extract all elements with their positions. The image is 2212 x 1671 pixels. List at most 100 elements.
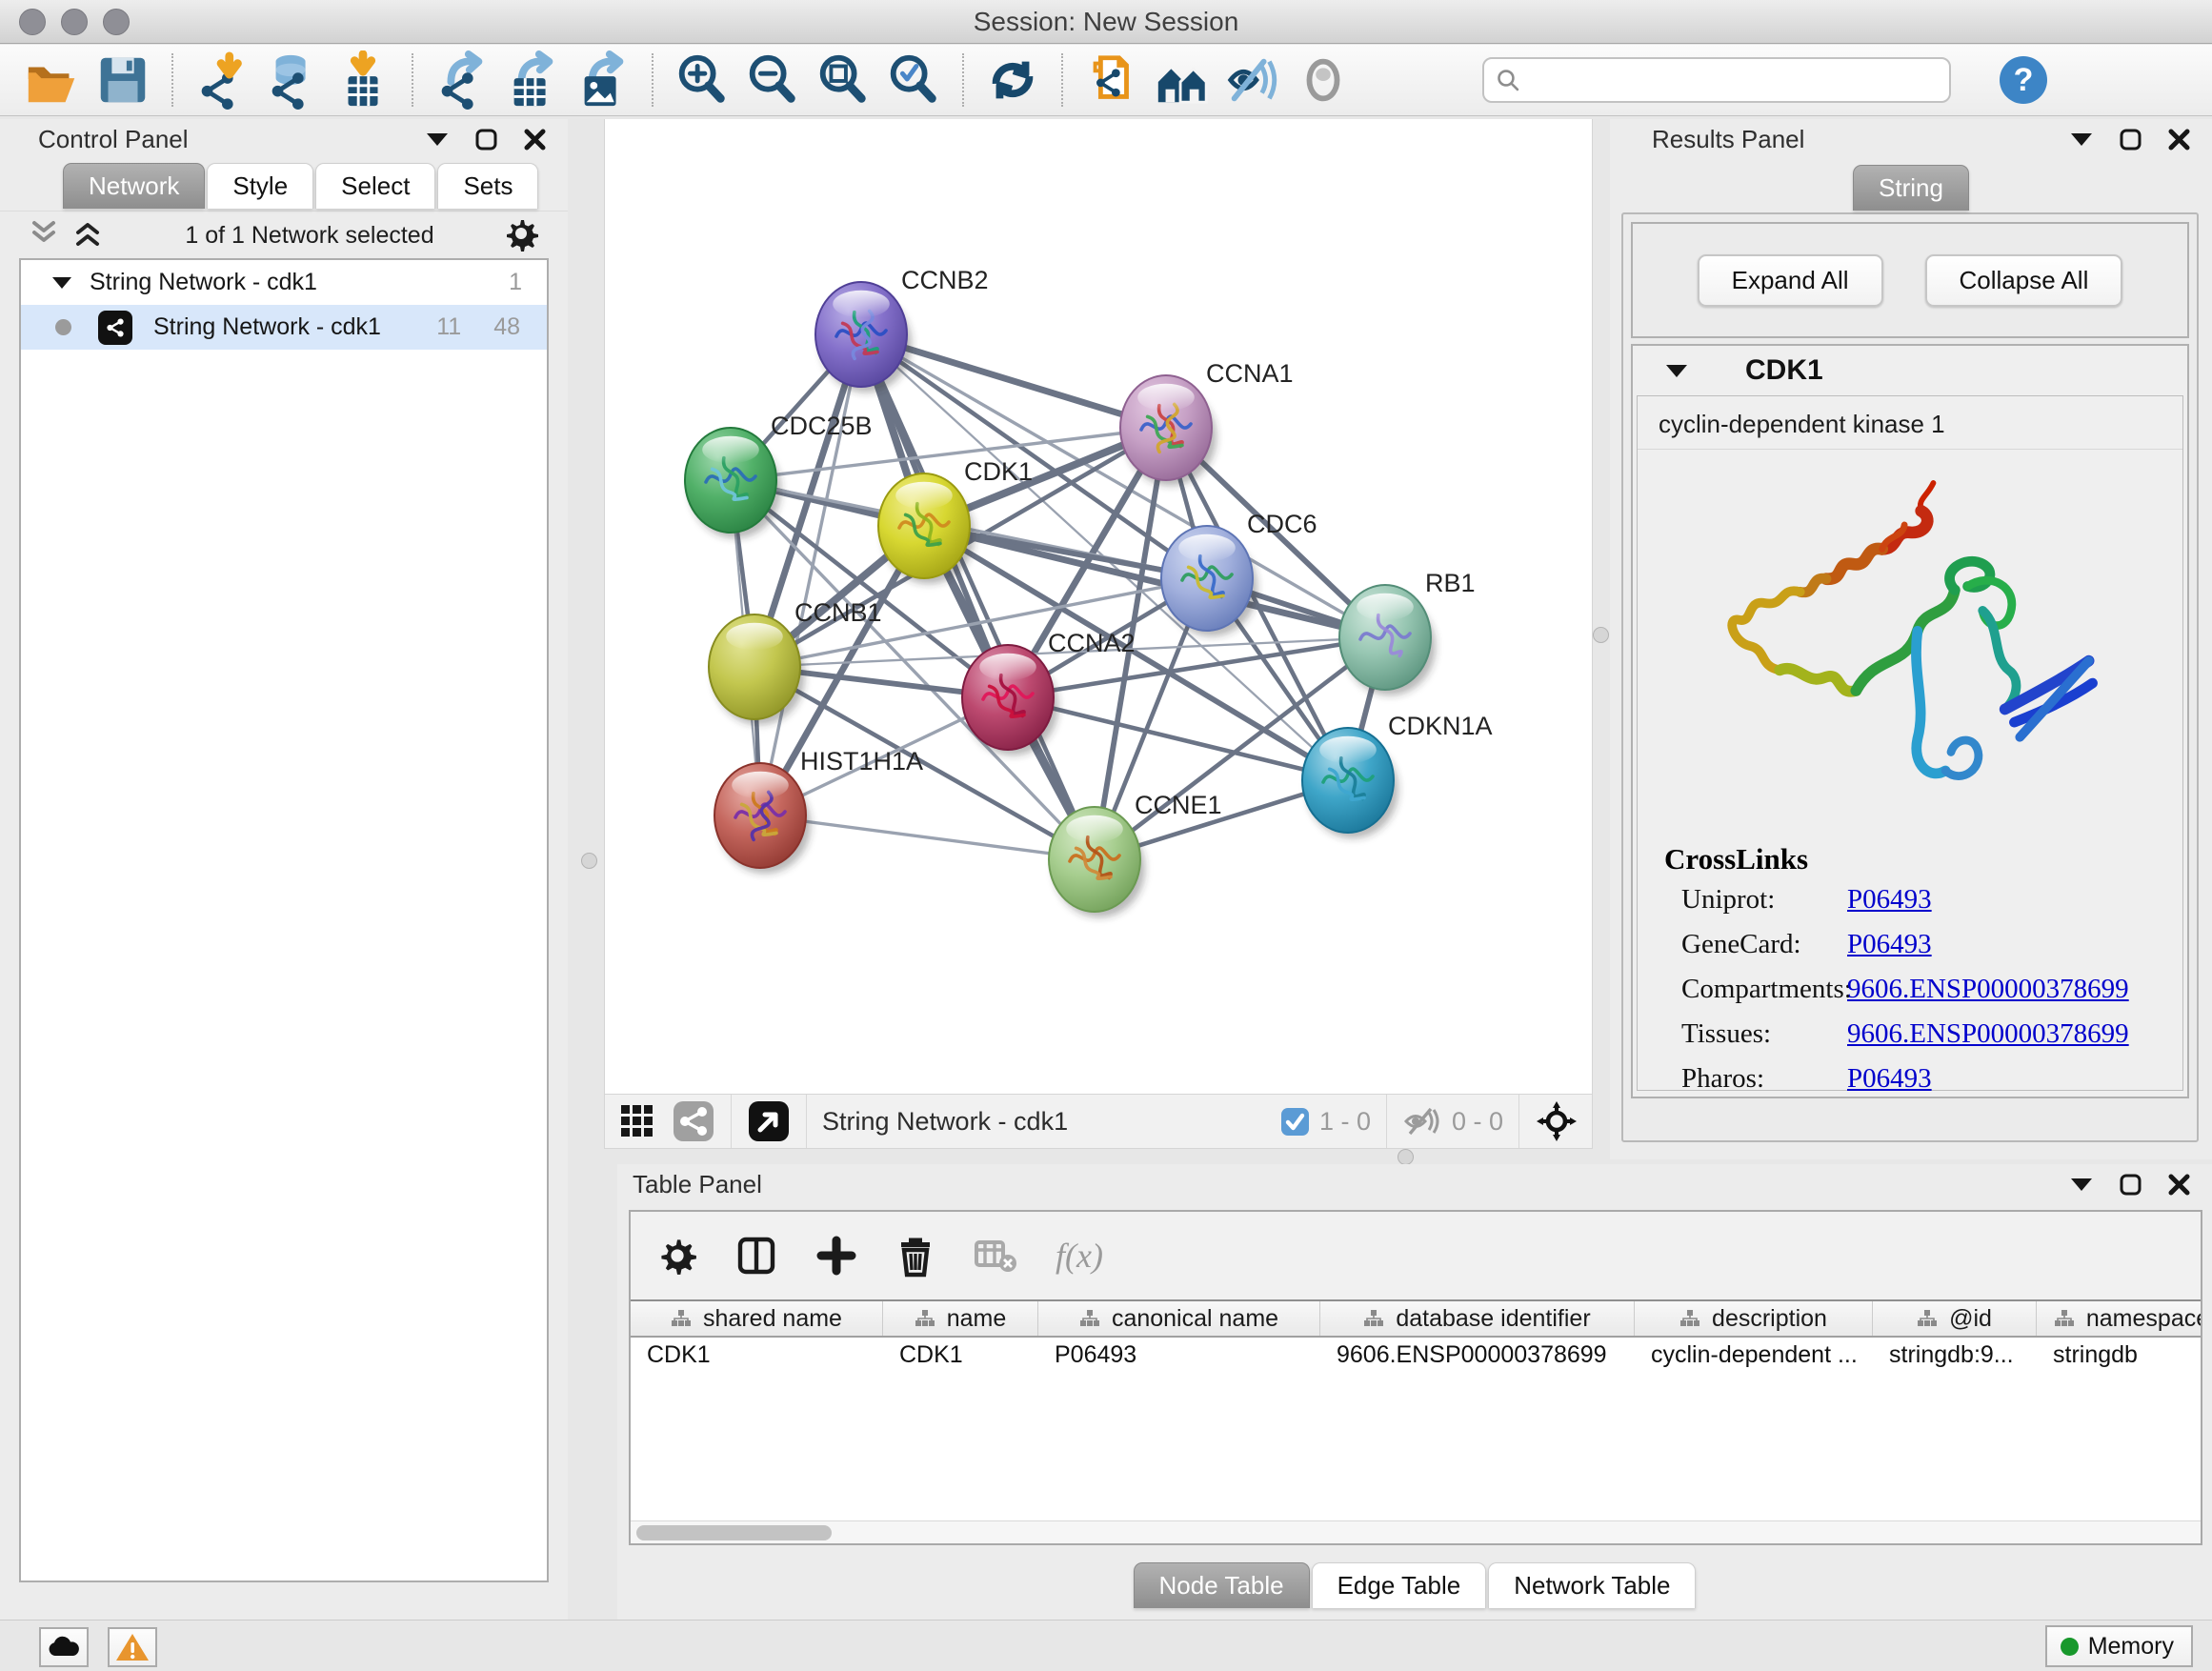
open-session-button[interactable] — [17, 50, 88, 111]
hide-selected-button[interactable] — [1217, 50, 1288, 111]
column-header-databaseidentifier[interactable]: database identifier — [1320, 1301, 1635, 1336]
table-cell[interactable]: stringdb:9... — [1873, 1341, 2037, 1369]
search-input[interactable] — [1530, 67, 1938, 93]
fit-content-crosshair-icon[interactable] — [1535, 1099, 1579, 1143]
node-CCNB2[interactable]: CCNB2 — [815, 266, 989, 393]
warnings-button[interactable] — [108, 1627, 157, 1667]
tab-sets[interactable]: Sets — [437, 163, 538, 209]
tab-string[interactable]: String — [1853, 165, 1969, 211]
left-splitter-handle[interactable] — [581, 853, 597, 869]
zoom-out-button[interactable] — [737, 50, 808, 111]
function-builder-icon[interactable]: f(x) — [1056, 1236, 1103, 1276]
zoom-fit-button[interactable] — [808, 50, 878, 111]
panel-menu-icon[interactable] — [2069, 1176, 2094, 1193]
edge-CCNB2-HIST1H1A[interactable] — [760, 334, 861, 815]
scrollbar-thumb[interactable] — [636, 1525, 832, 1540]
export-image-button[interactable] — [568, 50, 638, 111]
close-window-button[interactable] — [19, 9, 46, 35]
tab-select[interactable]: Select — [315, 163, 435, 209]
column-header-namespace[interactable]: namespace — [2037, 1301, 2201, 1336]
cloud-status-button[interactable] — [39, 1627, 89, 1667]
crosslink-value-link[interactable]: 9606.ENSP00000378699 — [1847, 1018, 2129, 1050]
network-canvas[interactable]: CCNB2 CCNA1 CDC25B CDK1 CDC6 RB1 CCNB1 — [604, 119, 1593, 1094]
node-CDKN1A[interactable]: CDKN1A — [1302, 712, 1493, 838]
tab-node-table[interactable]: Node Table — [1134, 1562, 1310, 1608]
protein-header-row[interactable]: CDK1 — [1633, 346, 2187, 395]
import-network-file-button[interactable] — [187, 50, 257, 111]
column-header-name[interactable]: name — [883, 1301, 1038, 1336]
crosslink-value-link[interactable]: 9606.ENSP00000378699 — [1847, 974, 2129, 1005]
refresh-layout-button[interactable] — [977, 50, 1048, 111]
minimize-window-button[interactable] — [61, 9, 88, 35]
show-columns-icon[interactable] — [735, 1235, 777, 1277]
crosslink-value-link[interactable]: P06493 — [1847, 884, 1932, 916]
import-network-database-button[interactable] — [257, 50, 328, 111]
table-cell[interactable]: stringdb — [2037, 1341, 2201, 1369]
zoom-selected-button[interactable] — [878, 50, 949, 111]
network-options-gear-icon[interactable] — [503, 215, 539, 256]
table-cell[interactable]: 9606.ENSP00000378699 — [1320, 1341, 1635, 1369]
float-panel-icon[interactable] — [2119, 1173, 2142, 1197]
collapse-all-button[interactable]: Collapse All — [1925, 254, 2123, 307]
network-row[interactable]: String Network - cdk1 11 48 — [21, 305, 547, 350]
table-row[interactable]: CDK1CDK1P064939606.ENSP00000378699cyclin… — [631, 1338, 2201, 1373]
table-settings-gear-icon[interactable] — [657, 1236, 697, 1276]
selected-checkbox-icon[interactable] — [1280, 1107, 1310, 1137]
table-cell[interactable]: CDK1 — [883, 1341, 1038, 1369]
network-overview-icon[interactable] — [672, 1099, 715, 1143]
delete-table-icon[interactable] — [974, 1237, 1017, 1275]
tab-network[interactable]: Network — [63, 163, 205, 209]
first-neighbors-button[interactable] — [1147, 50, 1217, 111]
crosslink-value-link[interactable]: P06493 — [1847, 929, 1932, 960]
network-collection-row[interactable]: String Network - cdk1 1 — [21, 260, 547, 305]
expand-all-networks-icon[interactable] — [29, 219, 59, 252]
memory-button[interactable]: Memory — [2045, 1625, 2193, 1667]
import-table-button[interactable] — [328, 50, 398, 111]
control-panel-tabs: NetworkStyleSelectSets — [0, 163, 568, 209]
export-network-button[interactable] — [427, 50, 497, 111]
open-view-icon[interactable] — [747, 1099, 791, 1143]
collection-expander-icon[interactable] — [51, 275, 72, 291]
right-splitter-handle[interactable] — [1593, 627, 1609, 643]
table-cell[interactable]: P06493 — [1038, 1341, 1320, 1369]
window-controls[interactable] — [19, 9, 130, 35]
delete-column-trash-icon[interactable] — [895, 1234, 935, 1278]
zoom-in-button[interactable] — [667, 50, 737, 111]
column-header-id[interactable]: @id — [1873, 1301, 2037, 1336]
hidden-eye-icon[interactable] — [1402, 1105, 1442, 1137]
help-button[interactable]: ? — [1997, 53, 2050, 107]
show-all-button[interactable] — [1288, 50, 1358, 111]
close-panel-icon[interactable] — [523, 128, 547, 151]
column-header-canonicalname[interactable]: canonical name — [1038, 1301, 1320, 1336]
new-network-from-selection-button[interactable] — [1076, 50, 1147, 111]
search-box[interactable] — [1482, 57, 1951, 103]
node-RB1[interactable]: RB1 — [1339, 569, 1476, 695]
table-cell[interactable]: cyclin-dependent ... — [1635, 1341, 1873, 1369]
collapse-all-networks-icon[interactable] — [72, 219, 103, 252]
float-panel-icon[interactable] — [2119, 128, 2142, 151]
close-panel-icon[interactable] — [2167, 128, 2191, 151]
save-session-button[interactable] — [88, 50, 158, 111]
grid-view-icon[interactable] — [618, 1102, 656, 1140]
tab-style[interactable]: Style — [207, 163, 313, 209]
panel-menu-icon[interactable] — [425, 131, 450, 148]
protein-expander-icon[interactable] — [1665, 363, 1688, 379]
bottom-splitter-handle[interactable] — [1398, 1149, 1414, 1165]
node-HIST1H1A[interactable]: HIST1H1A — [714, 747, 923, 874]
float-panel-icon[interactable] — [474, 128, 498, 151]
export-table-button[interactable] — [497, 50, 568, 111]
add-column-icon[interactable] — [815, 1235, 857, 1277]
column-header-description[interactable]: description — [1635, 1301, 1873, 1336]
table-horizontal-scrollbar[interactable] — [631, 1520, 2201, 1543]
column-header-sharedname[interactable]: shared name — [631, 1301, 883, 1336]
tab-edge-table[interactable]: Edge Table — [1312, 1562, 1487, 1608]
maximize-window-button[interactable] — [103, 9, 130, 35]
expand-all-button[interactable]: Expand All — [1698, 254, 1883, 307]
table-cell[interactable]: CDK1 — [631, 1341, 883, 1369]
close-panel-icon[interactable] — [2167, 1173, 2191, 1197]
node-CCNA1[interactable]: CCNA1 — [1120, 359, 1294, 486]
tab-network-table[interactable]: Network Table — [1488, 1562, 1696, 1608]
crosslink-value-link[interactable]: P06493 — [1847, 1063, 1932, 1095]
panel-menu-icon[interactable] — [2069, 131, 2094, 148]
edge-CCNB2-CCNE1[interactable] — [861, 334, 1095, 859]
